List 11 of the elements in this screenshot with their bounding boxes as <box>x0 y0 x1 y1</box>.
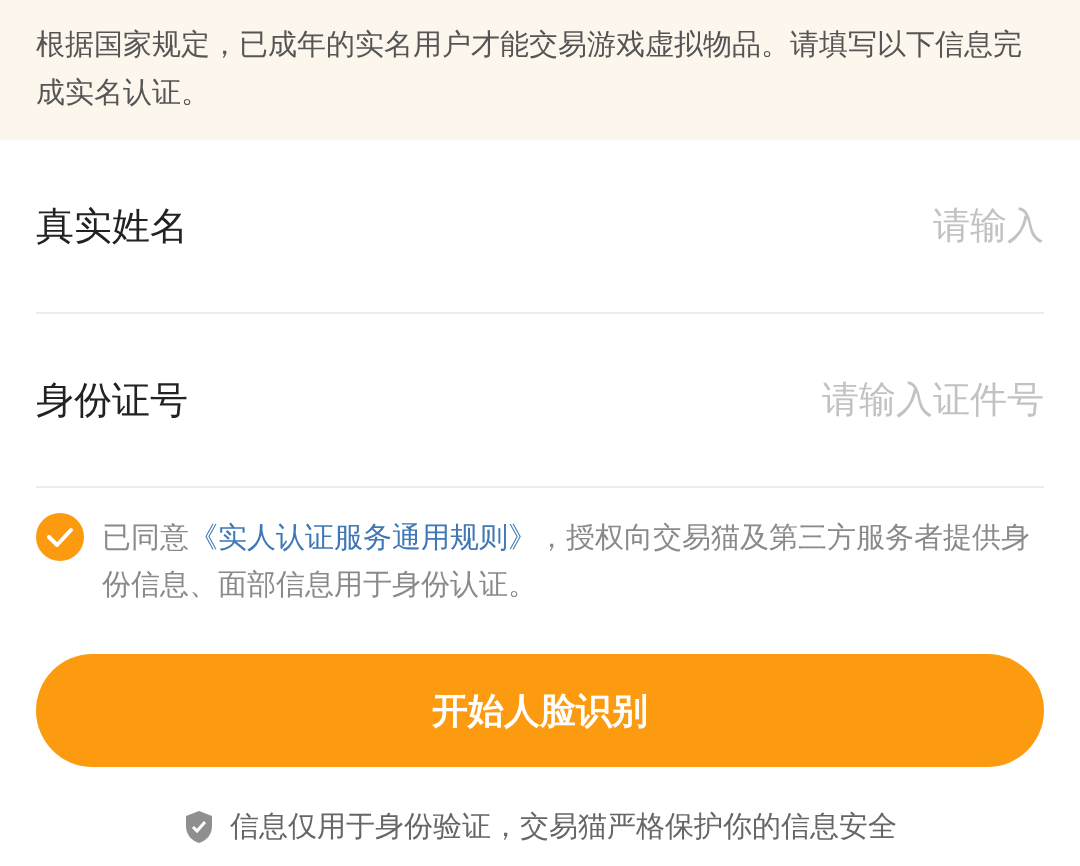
shield-icon <box>183 809 214 844</box>
field-label: 身份证号 <box>36 376 188 424</box>
input-field[interactable]: 请输入 <box>204 198 1044 254</box>
input-field[interactable]: 请输入证件号 <box>204 372 1044 428</box>
notice-text: 根据国家规定，已成年的实名用户才能交易游戏虚拟物品。请填写以下信息完成实名认证。 <box>36 26 1023 111</box>
security-note: 信息仅用于身份验证，交易猫严格保护你的信息安全 <box>229 808 897 845</box>
checkbox[interactable] <box>36 513 84 561</box>
check-icon <box>46 526 74 548</box>
rules-link[interactable]: 《实人认证服务通用规则》 <box>189 520 537 554</box>
field-label: 真实姓名 <box>36 202 188 250</box>
agreement-text: 已同意《实人认证服务通用规则》，授权向交易猫及第三方服务者提供身份信息、面部信息用于身份认证。 <box>102 519 1031 603</box>
